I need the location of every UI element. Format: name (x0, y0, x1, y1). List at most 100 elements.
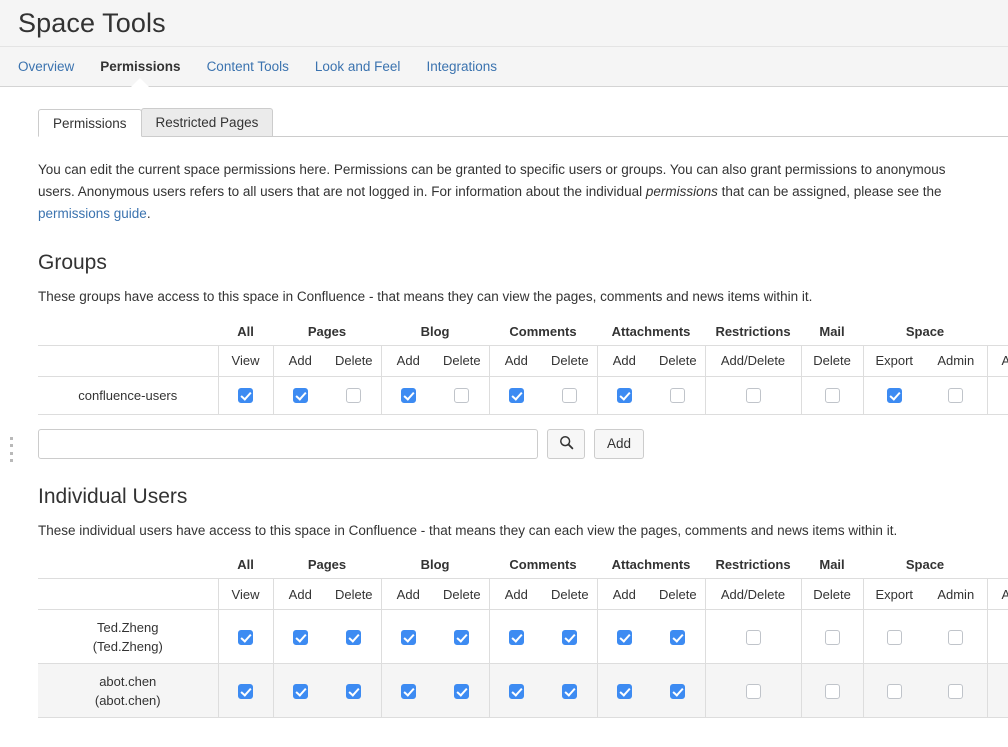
permission-cell (380, 376, 435, 415)
groups-table-body: confluence-users (38, 376, 1008, 415)
groups-hdr-blog: Blog (420, 323, 450, 339)
intro-text-3: . (146, 206, 151, 221)
permission-cell (327, 663, 381, 718)
users-sub-blog-delete: Delete (435, 578, 490, 610)
tab-restricted-pages[interactable]: Restricted Pages (140, 108, 274, 136)
permission-cell (800, 663, 864, 718)
permission-cell (862, 663, 926, 718)
groups-table-sub-header-row: View Add Delete Add Delete Add Delete Ad… (38, 344, 1008, 377)
groups-hdr-comments: Comments (509, 323, 577, 339)
permission-checkbox[interactable] (824, 683, 840, 699)
drag-dot (10, 451, 13, 455)
users-sub-actions: Actions (986, 578, 1008, 610)
permission-checkbox[interactable] (886, 388, 902, 404)
users-sub-pages-add: Add (272, 578, 327, 610)
permission-checkbox[interactable] (670, 629, 686, 645)
content-area: Permissions Restricted Pages You can edi… (0, 87, 1008, 718)
permission-checkbox[interactable] (562, 683, 578, 699)
nav-item-look-and-feel[interactable]: Look and Feel (315, 59, 401, 74)
permission-checkbox[interactable] (886, 683, 902, 699)
permission-checkbox[interactable] (346, 388, 362, 404)
permissions-guide-link[interactable]: permissions guide (38, 206, 147, 221)
permission-checkbox[interactable] (508, 629, 524, 645)
permission-checkbox[interactable] (824, 388, 840, 404)
permission-cell (704, 609, 802, 664)
permission-checkbox[interactable] (400, 388, 416, 404)
permission-checkbox[interactable] (292, 388, 308, 404)
permission-checkbox[interactable] (562, 629, 578, 645)
permission-checkbox[interactable] (562, 388, 578, 404)
permission-checkbox[interactable] (670, 388, 686, 404)
permission-checkbox[interactable] (454, 683, 470, 699)
permission-checkbox[interactable] (670, 683, 686, 699)
groups-section-description: These groups have access to this space i… (38, 289, 813, 304)
permission-cell (596, 609, 652, 664)
drag-handle-icon[interactable] (10, 436, 16, 463)
groups-sub-blank (38, 344, 218, 377)
permission-checkbox[interactable] (745, 683, 761, 699)
groups-sub-comments-delete: Delete (543, 344, 598, 377)
groups-section-title: Groups (38, 251, 107, 274)
permission-checkbox[interactable] (886, 629, 902, 645)
groups-hdr-blank (38, 318, 218, 345)
users-table-sub-header-row: View Add Delete Add Delete Add Delete Ad… (38, 578, 1008, 610)
groups-sub-pages-add: Add (272, 344, 327, 377)
permission-cell (862, 376, 926, 415)
users-hdr-all: All (237, 557, 254, 573)
drag-dot (10, 444, 13, 448)
permission-checkbox[interactable] (745, 388, 761, 404)
permission-checkbox[interactable] (508, 388, 524, 404)
table-row: Ted.Zheng (Ted.Zheng) (38, 609, 1008, 664)
permission-checkbox[interactable] (346, 629, 362, 645)
groups-sub-restrictions-adddelete: Add/Delete (704, 344, 802, 377)
permission-checkbox[interactable] (616, 629, 632, 645)
groups-sub-comments-add: Add (488, 344, 544, 377)
permission-cell (862, 609, 926, 664)
permission-checkbox[interactable] (948, 388, 964, 404)
permission-checkbox[interactable] (616, 388, 632, 404)
nav-item-integrations[interactable]: Integrations (426, 59, 497, 74)
groups-sub-actions: Actions (986, 344, 1008, 377)
nav-item-content-tools[interactable]: Content Tools (207, 59, 289, 74)
row-principal-name: abot.chen (abot.chen) (38, 663, 218, 718)
permission-cell (435, 609, 490, 664)
users-sub-comments-delete: Delete (543, 578, 598, 610)
groups-table-group-header-row: All Pages Blog Comments Attachments Rest… (38, 318, 1008, 345)
users-table-group-header-row: All Pages Blog Comments Attachments Rest… (38, 552, 1008, 579)
permission-checkbox[interactable] (454, 629, 470, 645)
users-hdr-restrictions: Restrictions (715, 557, 791, 573)
permission-checkbox[interactable] (948, 683, 964, 699)
groups-sub-attachments-delete: Delete (651, 344, 706, 377)
group-search-button[interactable] (547, 428, 585, 459)
permission-checkbox[interactable] (616, 683, 632, 699)
group-search-input[interactable] (38, 428, 538, 459)
principal-username: (abot.chen) (94, 692, 161, 708)
permission-checkbox[interactable] (508, 683, 524, 699)
permission-checkbox[interactable] (948, 629, 964, 645)
permission-checkbox[interactable] (238, 629, 253, 645)
group-add-button[interactable]: Add (594, 428, 645, 459)
permission-checkbox[interactable] (292, 683, 308, 699)
permission-checkbox[interactable] (400, 683, 416, 699)
permission-checkbox[interactable] (745, 629, 761, 645)
permission-checkbox[interactable] (824, 629, 840, 645)
permission-checkbox[interactable] (454, 388, 470, 404)
principal-display-name: confluence-users (78, 387, 178, 403)
nav-item-permissions[interactable]: Permissions (100, 59, 180, 74)
groups-hdr-actions-blank (987, 318, 1008, 345)
permission-cell (925, 663, 988, 718)
permission-cell (651, 609, 706, 664)
tab-permissions[interactable]: Permissions (38, 109, 142, 137)
permission-checkbox[interactable] (292, 629, 308, 645)
permission-checkbox[interactable] (238, 388, 253, 404)
nav-item-overview[interactable]: Overview (18, 59, 74, 74)
row-actions-cell (986, 663, 1008, 718)
group-add-row: Add (38, 428, 1008, 459)
permission-checkbox[interactable] (238, 683, 253, 699)
table-row: confluence-users (38, 376, 1008, 415)
groups-sub-blog-delete: Delete (435, 344, 490, 377)
permission-checkbox[interactable] (400, 629, 416, 645)
permission-checkbox[interactable] (346, 683, 362, 699)
permission-cell (543, 376, 598, 415)
users-sub-attachments-add: Add (596, 578, 652, 610)
